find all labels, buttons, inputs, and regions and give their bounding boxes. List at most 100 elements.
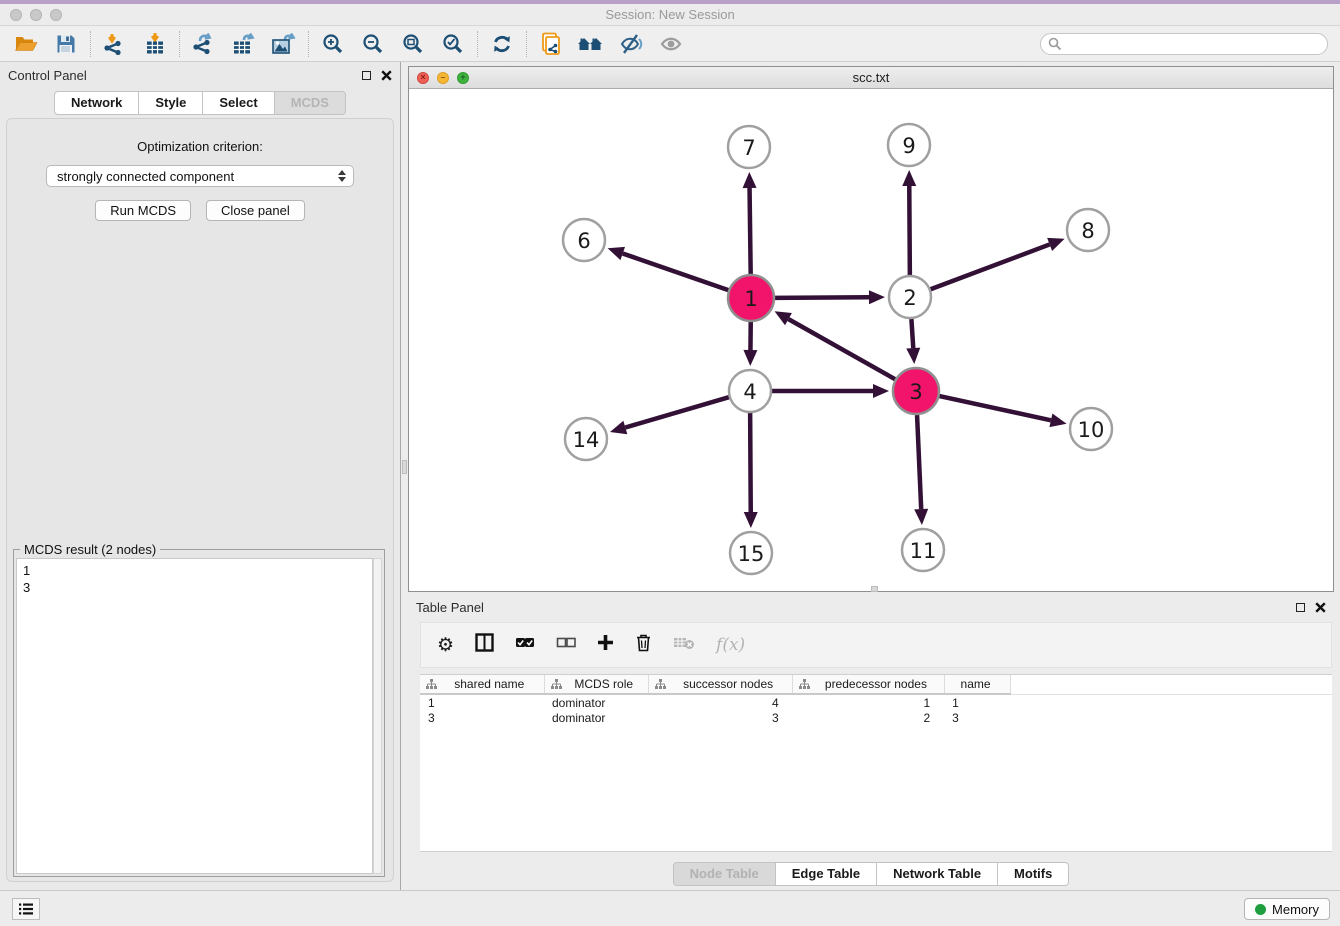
close-panel-button[interactable]: Close panel <box>206 200 305 221</box>
column-header-predecessor-nodes[interactable]: predecessor nodes <box>793 675 944 694</box>
network-window-title: scc.txt <box>409 70 1333 85</box>
network-canvas[interactable]: 7968124314101511 <box>409 89 1333 591</box>
graph-edge-1-6[interactable] <box>623 253 729 290</box>
network-window-titlebar[interactable]: × – + scc.txt <box>409 67 1333 89</box>
cell-predecessor-nodes[interactable]: 1 <box>793 694 944 710</box>
optimization-criterion-select[interactable]: strongly connected component <box>46 165 354 187</box>
search-field[interactable] <box>1040 33 1328 55</box>
tab-motifs[interactable]: Motifs <box>998 862 1069 886</box>
apply-layout-icon[interactable] <box>482 28 522 60</box>
zoom-in-icon[interactable] <box>313 28 353 60</box>
list-icon <box>18 902 34 916</box>
delete-table-icon[interactable] <box>673 635 695 655</box>
application-window: Session: New Session <box>0 0 1340 926</box>
control-panel: Control Panel Network Style Select MCDS … <box>0 62 401 890</box>
float-panel-icon[interactable] <box>362 71 371 80</box>
table-row[interactable]: 3dominator323 <box>420 710 1332 726</box>
mcds-panel-body: Optimization criterion: strongly connect… <box>6 118 394 882</box>
cell-predecessor-nodes[interactable]: 2 <box>793 710 944 726</box>
hide-selected-icon[interactable] <box>611 28 651 60</box>
table-toolbar: ⚙ f(x) <box>420 622 1332 668</box>
memory-button[interactable]: Memory <box>1244 898 1330 920</box>
graph-node-label: 3 <box>909 380 922 404</box>
show-columns-icon[interactable] <box>475 633 494 657</box>
deselect-all-rows-icon[interactable] <box>556 636 576 655</box>
delete-columns-icon[interactable] <box>635 633 652 657</box>
graph-node-label: 7 <box>742 136 755 160</box>
table-panel: Table Panel ⚙ f(x) <box>408 594 1334 890</box>
open-session-icon[interactable] <box>6 28 46 60</box>
export-table-icon[interactable] <box>224 28 264 60</box>
graph-edge-1-7[interactable] <box>750 188 751 274</box>
graph-edge-3-10[interactable] <box>939 396 1050 420</box>
graph-edge-arrowhead <box>744 512 758 528</box>
graph-edge-1-2[interactable] <box>775 297 869 298</box>
mcds-result-scrollbar[interactable] <box>373 558 382 874</box>
tab-edge-table[interactable]: Edge Table <box>776 862 877 886</box>
add-column-icon[interactable] <box>597 634 614 656</box>
close-table-panel-icon[interactable] <box>1315 602 1326 613</box>
cell-shared-name[interactable]: 3 <box>420 710 544 726</box>
column-header-shared-name[interactable]: shared name <box>420 675 544 694</box>
graph-edge-2-8[interactable] <box>931 244 1050 289</box>
zoom-out-icon[interactable] <box>353 28 393 60</box>
zoom-selected-icon[interactable] <box>433 28 473 60</box>
column-header-name[interactable]: name <box>944 675 1011 694</box>
close-panel-icon[interactable] <box>381 70 392 81</box>
table-tabs: Node Table Edge Table Network Table Moti… <box>408 862 1334 886</box>
graph-edge-4-15[interactable] <box>750 413 751 512</box>
tab-mcds[interactable]: MCDS <box>275 91 346 115</box>
task-history-button[interactable] <box>12 898 40 920</box>
column-header-successor-nodes[interactable]: successor nodes <box>648 675 792 694</box>
graph-edge-arrowhead <box>869 290 885 304</box>
zoom-fit-icon[interactable] <box>393 28 433 60</box>
mcds-result-groupbox: MCDS result (2 nodes) 1 3 <box>13 549 385 877</box>
tab-select[interactable]: Select <box>203 91 274 115</box>
export-network-icon[interactable] <box>184 28 224 60</box>
save-session-icon[interactable] <box>46 28 86 60</box>
tab-style[interactable]: Style <box>139 91 203 115</box>
tab-network[interactable]: Network <box>54 91 139 115</box>
show-all-icon[interactable] <box>571 28 611 60</box>
cell-shared-name[interactable]: 1 <box>420 694 544 710</box>
table-row[interactable]: 1dominator411 <box>420 694 1332 710</box>
show-hidden-icon[interactable] <box>651 28 691 60</box>
cell-MCDS-role[interactable]: dominator <box>544 710 648 726</box>
graph-edge-2-9[interactable] <box>909 186 910 275</box>
graph-edge-arrowhead <box>743 172 757 188</box>
float-table-panel-icon[interactable] <box>1296 603 1305 612</box>
cell-name[interactable]: 1 <box>944 694 1011 710</box>
canvas-resize-handle[interactable] <box>871 586 878 592</box>
graph-edge-4-14[interactable] <box>625 397 729 427</box>
search-input[interactable] <box>1062 35 1327 53</box>
cell-name[interactable]: 3 <box>944 710 1011 726</box>
export-image-icon[interactable] <box>264 28 304 60</box>
mcds-result-title: MCDS result (2 nodes) <box>20 542 160 557</box>
graph-edge-3-1[interactable] <box>788 319 895 379</box>
graph-edge-arrowhead <box>1049 413 1066 427</box>
function-builder-icon[interactable]: f(x) <box>716 635 745 655</box>
import-network-icon[interactable] <box>95 28 135 60</box>
graph-edge-arrowhead <box>743 350 757 366</box>
clone-network-icon[interactable] <box>531 28 571 60</box>
cell-successor-nodes[interactable]: 4 <box>648 694 792 710</box>
table-options-icon[interactable]: ⚙ <box>437 636 454 655</box>
graph-edge-2-3[interactable] <box>911 319 913 348</box>
cell-MCDS-role[interactable]: dominator <box>544 694 648 710</box>
select-all-rows-icon[interactable] <box>515 636 535 655</box>
tab-network-table[interactable]: Network Table <box>877 862 998 886</box>
run-mcds-button[interactable]: Run MCDS <box>95 200 191 221</box>
panel-splitter[interactable] <box>401 62 408 890</box>
graph-node-label: 4 <box>743 380 756 404</box>
cell-successor-nodes[interactable]: 3 <box>648 710 792 726</box>
graph-node-label: 8 <box>1081 219 1094 243</box>
node-table[interactable]: shared nameMCDS rolesuccessor nodesprede… <box>420 674 1332 852</box>
main-toolbar <box>0 26 1340 62</box>
mcds-result-text[interactable]: 1 3 <box>16 558 373 874</box>
main-titlebar: Session: New Session <box>0 4 1340 26</box>
import-table-icon[interactable] <box>135 28 175 60</box>
graph-edge-3-11[interactable] <box>917 415 921 509</box>
tab-node-table[interactable]: Node Table <box>673 862 776 886</box>
network-graph[interactable]: 7968124314101511 <box>409 89 1333 591</box>
column-header-MCDS-role[interactable]: MCDS role <box>544 675 648 694</box>
